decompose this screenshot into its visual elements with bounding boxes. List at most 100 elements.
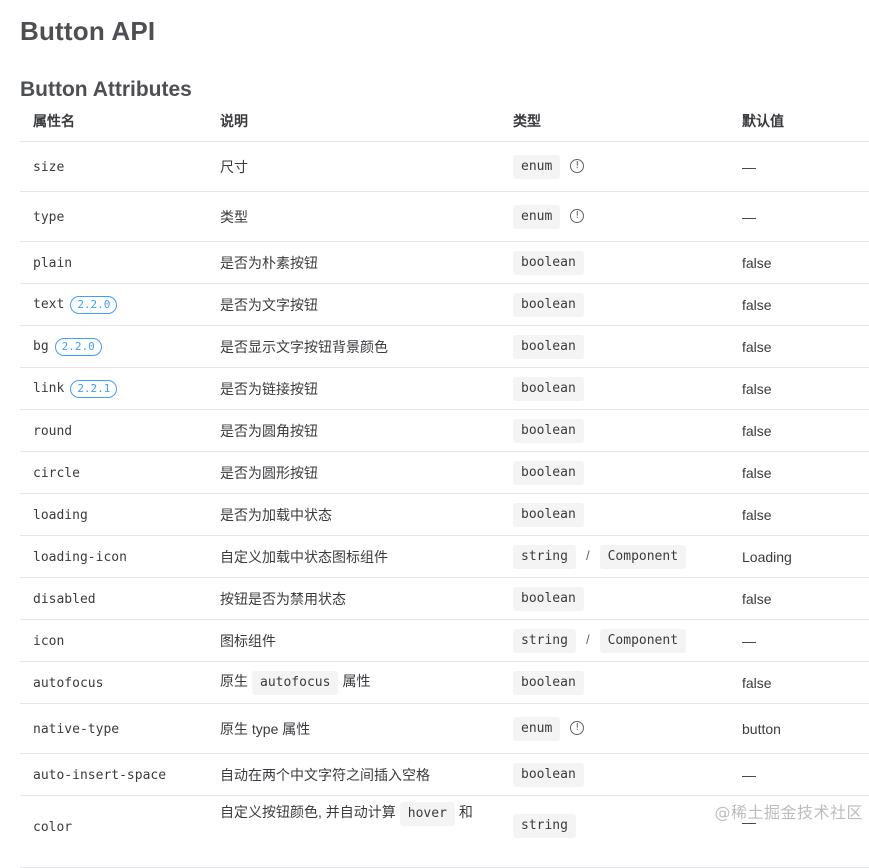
attr-desc: 按钮是否为禁用状态 [207,577,500,620]
attr-name: loading [33,508,88,523]
attr-name: autofocus [33,676,104,691]
attr-desc: 自定义按钮颜色, 并自动计算 hover 和 [207,795,500,868]
section-title: Button Attributes [20,78,192,101]
type-code-secondary: Component [599,628,687,653]
attr-default: button [729,703,869,754]
attr-default: — [729,753,869,796]
type-code: boolean [513,418,584,443]
table-row: disabled 按钮是否为禁用状态 boolean false [20,577,869,620]
attr-desc: 自动在两个中文字符之间插入空格 [207,753,500,796]
attr-name: color [33,820,73,835]
type-code: boolean [513,292,584,317]
table-header-row: 属性名 说明 类型 默认值 [20,101,869,142]
table-row: loading-icon 自定义加载中状态图标组件 string / Compone… [20,535,869,578]
attr-name: circle [33,466,80,481]
attr-default: false [729,283,869,326]
attr-name: auto-insert-space [33,768,167,783]
attr-name: text [33,297,65,313]
attr-default: false [729,661,869,704]
attr-default: false [729,367,869,410]
attr-desc: 类型 [207,191,500,242]
type-code: string [513,544,576,569]
attr-default: — [729,141,869,192]
version-badge: 2.2.0 [54,337,102,356]
desc-code: hover [399,802,455,826]
table-row: circle 是否为圆形按钮 boolean false [20,451,869,494]
attr-default: — [729,619,869,662]
attr-name: loading-icon [33,550,127,565]
desc-text-pre: 原生 [220,672,248,689]
table-row: plain 是否为朴素按钮 boolean false [20,241,869,284]
table-row: size 尺寸 enum! — [20,141,869,192]
table-row: type 类型 enum! — [20,191,869,242]
attr-name: disabled [33,592,96,607]
attr-name: icon [33,634,65,649]
type-code: boolean [513,460,584,485]
type-code: string [513,628,576,653]
attr-name: bg [33,339,49,355]
attr-desc: 自定义加载中状态图标组件 [207,535,500,578]
attr-name: round [33,424,73,439]
attr-desc: 原生 type 属性 [207,703,500,754]
type-code: boolean [513,670,584,695]
page-title: Button API [20,16,156,46]
attr-default: false [729,493,869,536]
table-row: autofocus 原生 autofocus 属性 boolean false [20,661,869,704]
attr-default: false [729,409,869,452]
attr-name: plain [33,256,73,271]
attr-name: type [33,210,65,225]
attr-desc: 是否为朴素按钮 [207,241,500,284]
version-badge: 2.2.0 [70,295,118,314]
header-name: 属性名 [20,101,207,142]
attr-default: Loading [729,535,869,578]
info-circle-icon[interactable]: ! [570,208,585,223]
type-separator: / [585,547,590,563]
info-circle-icon[interactable]: ! [570,720,585,735]
attr-desc: 是否为加载中状态 [207,493,500,536]
desc-text-post: 和 [458,804,473,820]
header-desc: 说明 [207,101,500,142]
type-code: enum [513,204,561,229]
type-code: boolean [513,250,584,275]
attr-default: false [729,451,869,494]
type-separator: / [585,631,590,647]
type-code: boolean [513,762,584,787]
attr-name: size [33,160,65,175]
type-code: boolean [513,502,584,527]
attr-desc: 尺寸 [207,141,500,192]
attr-default: — [729,191,869,242]
header-type: 类型 [500,101,729,142]
desc-text-pre: 自定义按钮颜色, 并自动计算 [220,804,396,820]
info-circle-icon[interactable]: ! [570,158,585,173]
attr-default: false [729,241,869,284]
type-code: string [513,814,576,838]
desc-text-post: 属性 [342,672,371,689]
table-row: auto-insert-space 自动在两个中文字符之间插入空格 boolea… [20,753,869,796]
type-code: boolean [513,586,584,611]
watermark: @稀土掘金技术社区 [714,803,863,822]
attr-name: link [33,381,65,397]
type-code: enum [513,716,561,741]
version-badge: 2.2.1 [70,379,118,398]
attr-desc: 原生 autofocus 属性 [207,661,500,704]
type-code: enum [513,154,561,179]
attr-desc: 是否为圆形按钮 [207,451,500,494]
attr-desc: 是否显示文字按钮背景颜色 [207,325,500,368]
table-row: icon 图标组件 string / Component — [20,619,869,662]
desc-code: autofocus [252,670,339,695]
attr-desc: 是否为文字按钮 [207,283,500,326]
attr-default: false [729,577,869,620]
table-row: round 是否为圆角按钮 boolean false [20,409,869,452]
table-row: link 2.2.1 是否为链接按钮 boolean false [20,367,869,410]
table-row: bg 2.2.0 是否显示文字按钮背景颜色 boolean false [20,325,869,368]
attr-default: false [729,325,869,368]
type-code: boolean [513,376,584,401]
table-row: text 2.2.0 是否为文字按钮 boolean false [20,283,869,326]
type-code: boolean [513,334,584,359]
attr-name: native-type [33,722,120,737]
attributes-table: 属性名 说明 类型 默认值 size 尺寸 enum! — type 类型 en… [20,101,869,868]
table-row: native-type 原生 type 属性 enum! button [20,703,869,754]
table-row: loading 是否为加载中状态 boolean false [20,493,869,536]
type-code-secondary: Component [599,544,687,569]
header-default: 默认值 [729,101,869,142]
